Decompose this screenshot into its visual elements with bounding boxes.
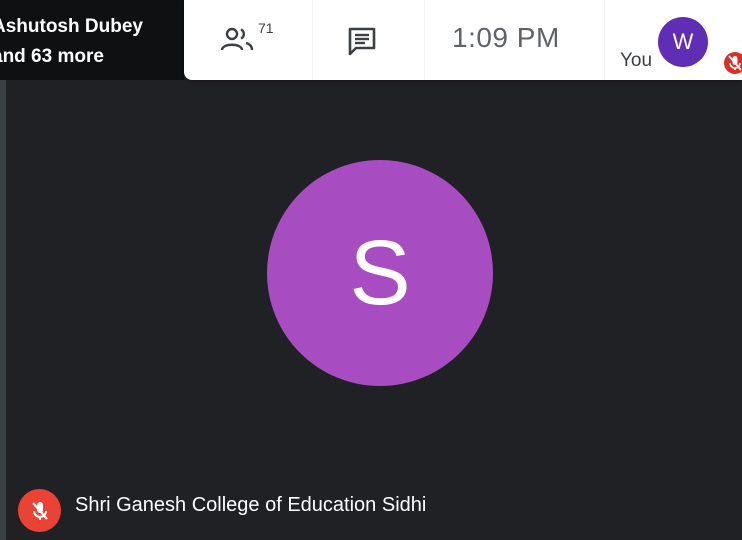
self-mute-badge — [724, 52, 742, 74]
chat-icon — [348, 27, 376, 56]
meeting-clock: 1:09 PM — [452, 22, 560, 53]
participant-avatar: S — [267, 160, 493, 386]
participant-name: Shri Ganesh College of Education Sidhi — [75, 494, 427, 516]
left-edge-strip — [0, 0, 6, 540]
chat-button[interactable] — [344, 24, 380, 60]
participant-mute-indicator — [18, 489, 61, 532]
top-control-bar: 71 1:09 PM W You — [184, 0, 742, 80]
presenter-name: Ashutosh Dubey — [0, 16, 143, 37]
toolbar-divider — [312, 0, 313, 80]
mic-off-icon — [31, 501, 48, 520]
people-count: 71 — [258, 20, 274, 36]
people-button[interactable]: 71 — [220, 20, 280, 60]
toolbar-divider — [604, 0, 605, 80]
presenter-others: and 63 more — [0, 46, 104, 67]
toolbar-divider — [424, 0, 425, 80]
self-avatar-initial: W — [672, 29, 694, 54]
mic-off-icon — [728, 55, 742, 71]
presenter-overlay: Ashutosh Dubey and 63 more — [0, 0, 184, 80]
participant-avatar-initial: S — [349, 221, 411, 324]
self-avatar[interactable]: W — [658, 17, 708, 67]
meeting-stage: Ashutosh Dubey and 63 more 71 1:09 PM W … — [0, 0, 742, 540]
self-label: You — [620, 50, 653, 71]
people-icon — [220, 27, 254, 51]
